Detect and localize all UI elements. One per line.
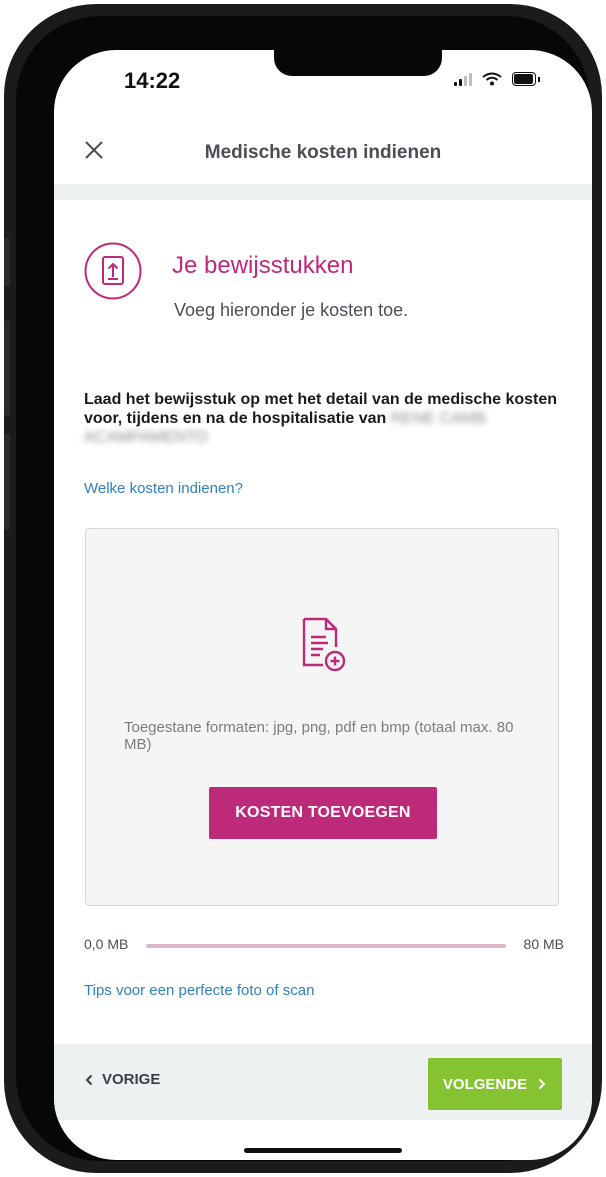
footer-navigation: VORIGE VOLGENDE: [54, 1044, 592, 1120]
upload-document-icon: [84, 242, 142, 300]
header-divider: [54, 184, 592, 200]
battery-tip: [538, 76, 540, 82]
mute-switch: [4, 238, 10, 286]
previous-label: VORIGE: [102, 1071, 161, 1088]
next-label: VOLGENDE: [442, 1075, 528, 1093]
which-costs-link[interactable]: Welke kosten indienen?: [84, 480, 243, 497]
app-screen: 14:22 Medische kosten indienen Je bewijs…: [54, 50, 592, 1160]
volume-up-button: [4, 320, 10, 416]
allowed-formats-text: Toegestane formaten: jpg, png, pdf en bm…: [124, 719, 514, 753]
photo-tips-link[interactable]: Tips voor een perfecte foto of scan: [84, 982, 314, 999]
status-icons: [454, 72, 540, 86]
add-costs-button[interactable]: KOSTEN TOEVOEGEN: [209, 787, 437, 839]
document-add-icon: [302, 617, 346, 672]
next-button[interactable]: VOLGENDE: [428, 1058, 562, 1110]
top-bar: Medische kosten indienen: [54, 120, 592, 180]
battery-icon: [512, 72, 536, 86]
size-max: 80 MB: [523, 936, 564, 952]
page-title: Medische kosten indienen: [204, 142, 442, 163]
size-progress-track: [146, 944, 506, 948]
phone-frame: 14:22 Medische kosten indienen Je bewijs…: [4, 4, 602, 1173]
chevron-left-icon: [85, 1074, 93, 1085]
previous-button[interactable]: VORIGE: [84, 1071, 160, 1088]
section-title: Je bewijsstukken: [172, 252, 354, 279]
file-size-indicator: 0,0 MB 80 MB: [84, 936, 564, 956]
upload-dropzone[interactable]: Toegestane formaten: jpg, png, pdf en bm…: [85, 528, 559, 906]
wifi-icon: [482, 72, 502, 86]
section-subtitle: Voeg hieronder je kosten toe.: [174, 300, 409, 320]
status-time: 14:22: [124, 68, 181, 93]
size-current: 0,0 MB: [84, 936, 129, 952]
signal-icon: [454, 72, 472, 86]
instruction-text: Laad het bewijsstuk op met het detail va…: [84, 390, 568, 447]
home-indicator[interactable]: [244, 1148, 402, 1153]
chevron-right-icon: [538, 1078, 546, 1090]
instruction-body: Laad het bewijsstuk op met het detail va…: [84, 391, 558, 427]
phone-bezel: 14:22 Medische kosten indienen Je bewijs…: [16, 16, 592, 1161]
volume-down-button: [4, 434, 10, 530]
notch: [274, 50, 442, 76]
